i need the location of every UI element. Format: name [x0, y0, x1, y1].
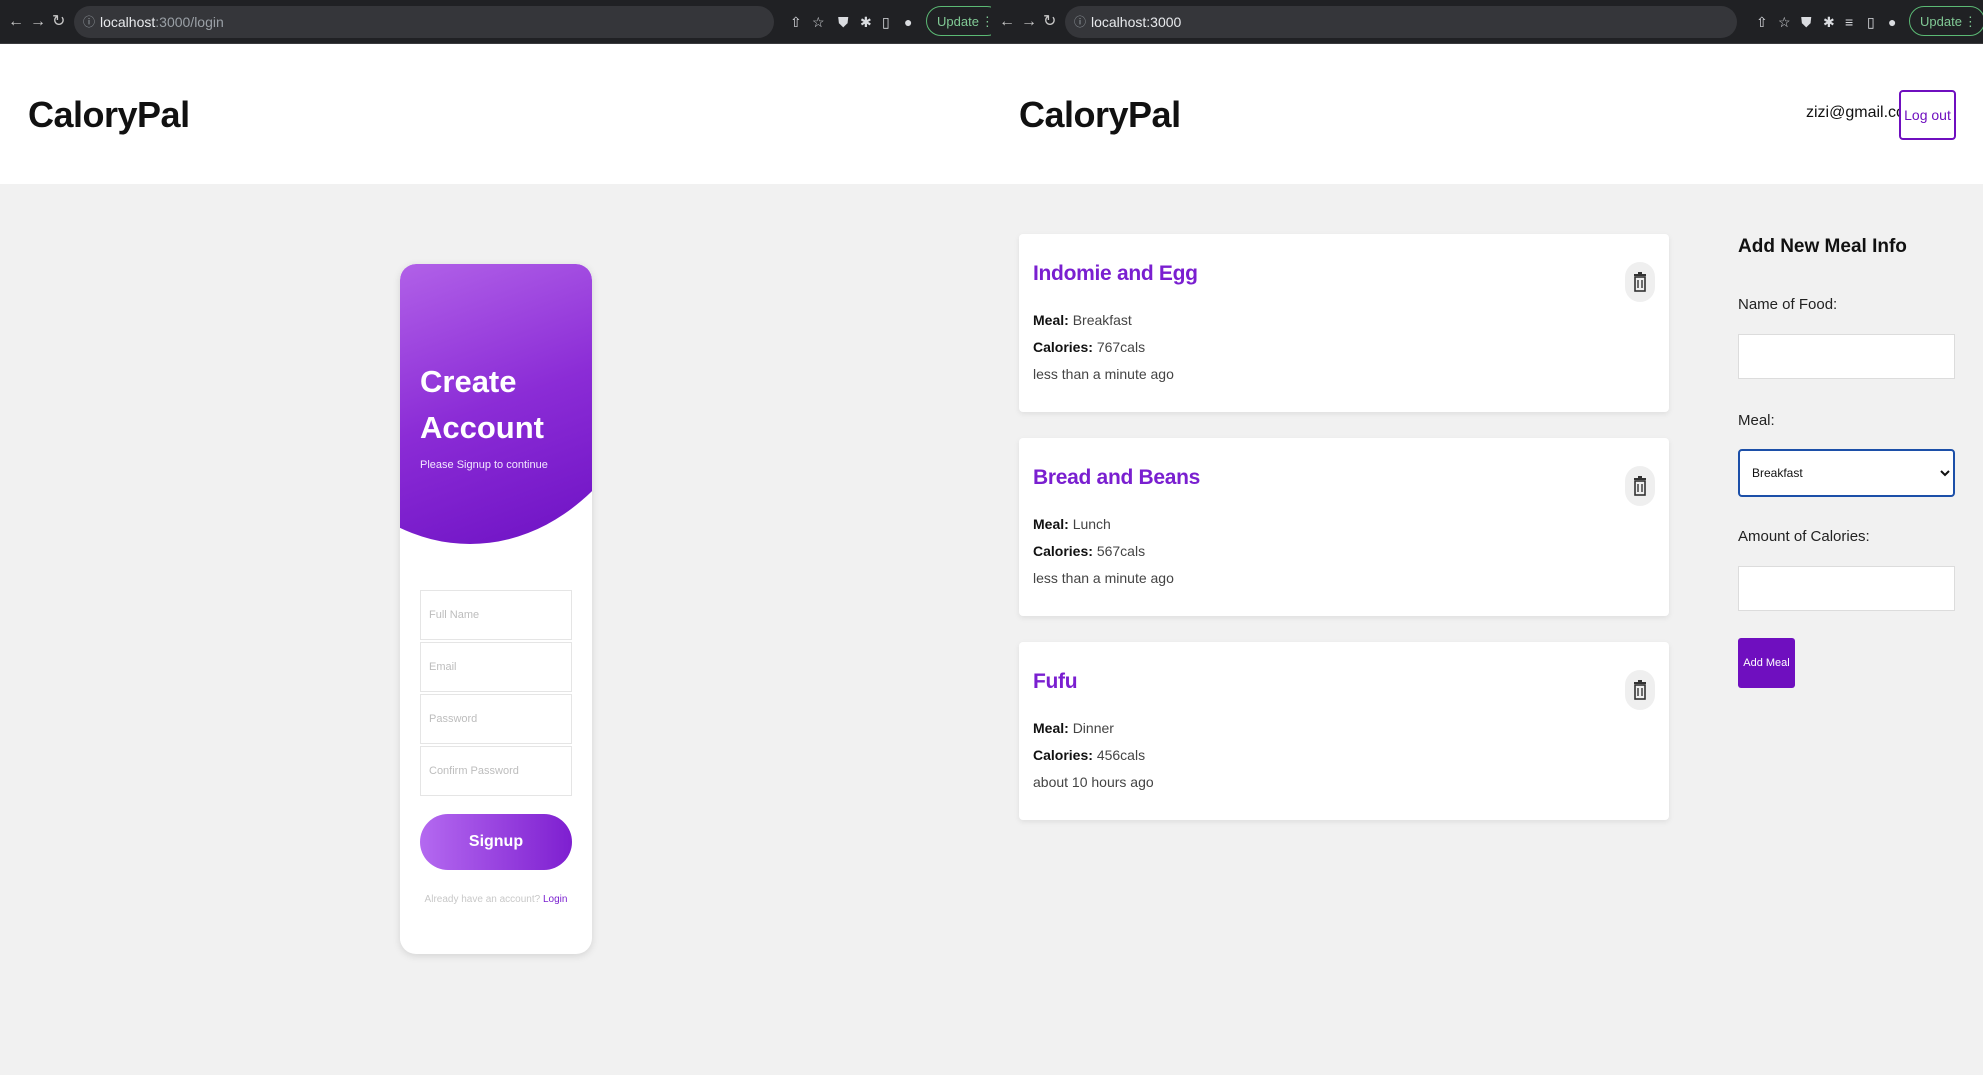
signup-page-body: Create Account Please Signup to continue… — [0, 184, 991, 1075]
logout-button[interactable]: Log out — [1899, 90, 1956, 140]
url-host: localhost — [100, 14, 156, 30]
app-header: CaloryPal — [0, 44, 991, 184]
signup-title-line2: Account — [420, 410, 544, 445]
password-input[interactable] — [420, 694, 572, 744]
profile-avatar-icon[interactable]: ● — [1888, 12, 1896, 32]
dashboard-window: ← → ↻ ⓘ localhost:3000 ⇧ ☆ ⛊ ✱ ≡ ▯ ● Upd… — [991, 0, 1983, 1075]
meal-card: Indomie and Egg Meal: Breakfast Calories… — [1019, 234, 1669, 412]
update-label: Update — [937, 14, 979, 29]
calories-amount-input[interactable] — [1738, 566, 1955, 611]
meal-calories-label: Calories: — [1033, 543, 1093, 559]
trash-icon — [1634, 272, 1646, 292]
url-host: localhost — [1091, 14, 1147, 30]
login-link[interactable]: Login — [543, 894, 567, 905]
reload-icon[interactable]: ↻ — [1043, 10, 1056, 34]
browser-toolbar: ← → ↻ ⓘ localhost:3000/login ⇧ ☆ ⛊ ✱ ▯ ●… — [0, 0, 1002, 44]
url-path: :3000 — [1146, 14, 1182, 30]
browser-toolbar: ← → ↻ ⓘ localhost:3000 ⇧ ☆ ⛊ ✱ ≡ ▯ ● Upd… — [991, 0, 1983, 44]
share-icon[interactable]: ⇧ — [1756, 12, 1768, 32]
meal-calories-value: 567cals — [1096, 543, 1146, 559]
meal-type-value: Lunch — [1072, 516, 1111, 532]
meal-calories: Calories: 767cals — [1033, 339, 1145, 355]
meal-card: Bread and Beans Meal: Lunch Calories: 56… — [1019, 438, 1669, 616]
meal-card: Fufu Meal: Dinner Calories: 456cals abou… — [1019, 642, 1669, 820]
meal-type-label: Meal: — [1033, 720, 1069, 736]
update-button[interactable]: Update ⋮ — [1909, 6, 1983, 36]
puzzle-icon[interactable]: ✱ — [1823, 12, 1835, 32]
meal-calories-value: 456cals — [1096, 747, 1146, 763]
back-icon[interactable]: ← — [8, 10, 24, 34]
food-name-input[interactable] — [1738, 334, 1955, 379]
signup-card: Create Account Please Signup to continue… — [400, 264, 592, 954]
delete-meal-button[interactable] — [1625, 466, 1655, 506]
trash-icon — [1634, 680, 1646, 700]
meal-type: Meal: Breakfast — [1033, 312, 1132, 328]
login-window: ← → ↻ ⓘ localhost:3000/login ⇧ ☆ ⛊ ✱ ▯ ●… — [0, 0, 1002, 1075]
address-bar[interactable]: ⓘ localhost:3000/login — [74, 6, 774, 38]
update-label: Update — [1920, 14, 1962, 29]
food-name-label: Name of Food: — [1738, 296, 1838, 313]
sidebar-icon[interactable]: ▯ — [1867, 12, 1875, 32]
reading-list-icon[interactable]: ≡ — [1845, 12, 1853, 32]
meal-calories-value: 767cals — [1096, 339, 1146, 355]
meal-calories: Calories: 456cals — [1033, 747, 1145, 763]
full-name-input[interactable] — [420, 590, 572, 640]
url-path: :3000/login — [155, 14, 224, 30]
forward-icon[interactable]: → — [1021, 10, 1037, 34]
signup-title-line1: Create — [420, 364, 517, 399]
meal-time: less than a minute ago — [1033, 570, 1174, 586]
dashboard-body: Indomie and Egg Meal: Breakfast Calories… — [991, 184, 1983, 1075]
extension-icon[interactable]: ⛊ — [1801, 12, 1812, 32]
site-info-icon[interactable]: ⓘ — [83, 6, 95, 38]
reload-icon[interactable]: ↻ — [52, 10, 65, 34]
back-icon[interactable]: ← — [999, 10, 1015, 34]
email-input[interactable] — [420, 642, 572, 692]
site-info-icon[interactable]: ⓘ — [1074, 6, 1086, 38]
confirm-password-input[interactable] — [420, 746, 572, 796]
add-meal-button[interactable]: Add Meal — [1738, 638, 1795, 688]
signup-button[interactable]: Signup — [420, 814, 572, 870]
meal-select-label: Meal: — [1738, 412, 1775, 429]
puzzle-icon[interactable]: ✱ — [860, 12, 872, 32]
calories-amount-label: Amount of Calories: — [1738, 528, 1870, 545]
trash-icon — [1634, 476, 1646, 496]
extension-icon[interactable]: ⛊ — [838, 12, 849, 32]
profile-avatar-icon[interactable]: ● — [904, 12, 912, 32]
share-icon[interactable]: ⇧ — [790, 12, 802, 32]
app-header: CaloryPal zizi@gmail.com Log out — [991, 44, 1983, 184]
menu-dots-icon[interactable]: ⋮ — [1964, 7, 1977, 37]
meal-type-value: Breakfast — [1072, 312, 1132, 328]
add-meal-form-title: Add New Meal Info — [1738, 236, 1907, 257]
delete-meal-button[interactable] — [1625, 262, 1655, 302]
meal-type: Meal: Lunch — [1033, 516, 1111, 532]
signup-subtitle: Please Signup to continue — [420, 459, 548, 471]
brand-logo[interactable]: CaloryPal — [28, 94, 190, 136]
sidebar-icon[interactable]: ▯ — [882, 12, 890, 32]
forward-icon[interactable]: → — [30, 10, 46, 34]
meal-name: Indomie and Egg — [1033, 262, 1198, 285]
meal-time: about 10 hours ago — [1033, 774, 1154, 790]
bookmark-star-icon[interactable]: ☆ — [1778, 12, 1791, 32]
meal-select[interactable]: Breakfast — [1738, 449, 1955, 497]
brand-logo[interactable]: CaloryPal — [1019, 94, 1181, 136]
meal-calories-label: Calories: — [1033, 747, 1093, 763]
meal-calories: Calories: 567cals — [1033, 543, 1145, 559]
delete-meal-button[interactable] — [1625, 670, 1655, 710]
meal-time: less than a minute ago — [1033, 366, 1174, 382]
meal-type-value: Dinner — [1072, 720, 1114, 736]
meal-type-label: Meal: — [1033, 312, 1069, 328]
meal-name: Bread and Beans — [1033, 466, 1201, 489]
address-bar[interactable]: ⓘ localhost:3000 — [1065, 6, 1737, 38]
meal-name: Fufu — [1033, 670, 1078, 693]
signup-title: Create Account — [420, 359, 544, 451]
meal-type: Meal: Dinner — [1033, 720, 1114, 736]
signup-footer: Already have an account? Login — [400, 894, 592, 905]
meal-calories-label: Calories: — [1033, 339, 1093, 355]
bookmark-star-icon[interactable]: ☆ — [812, 12, 825, 32]
already-have-account-text: Already have an account? — [424, 894, 541, 905]
meal-type-label: Meal: — [1033, 516, 1069, 532]
